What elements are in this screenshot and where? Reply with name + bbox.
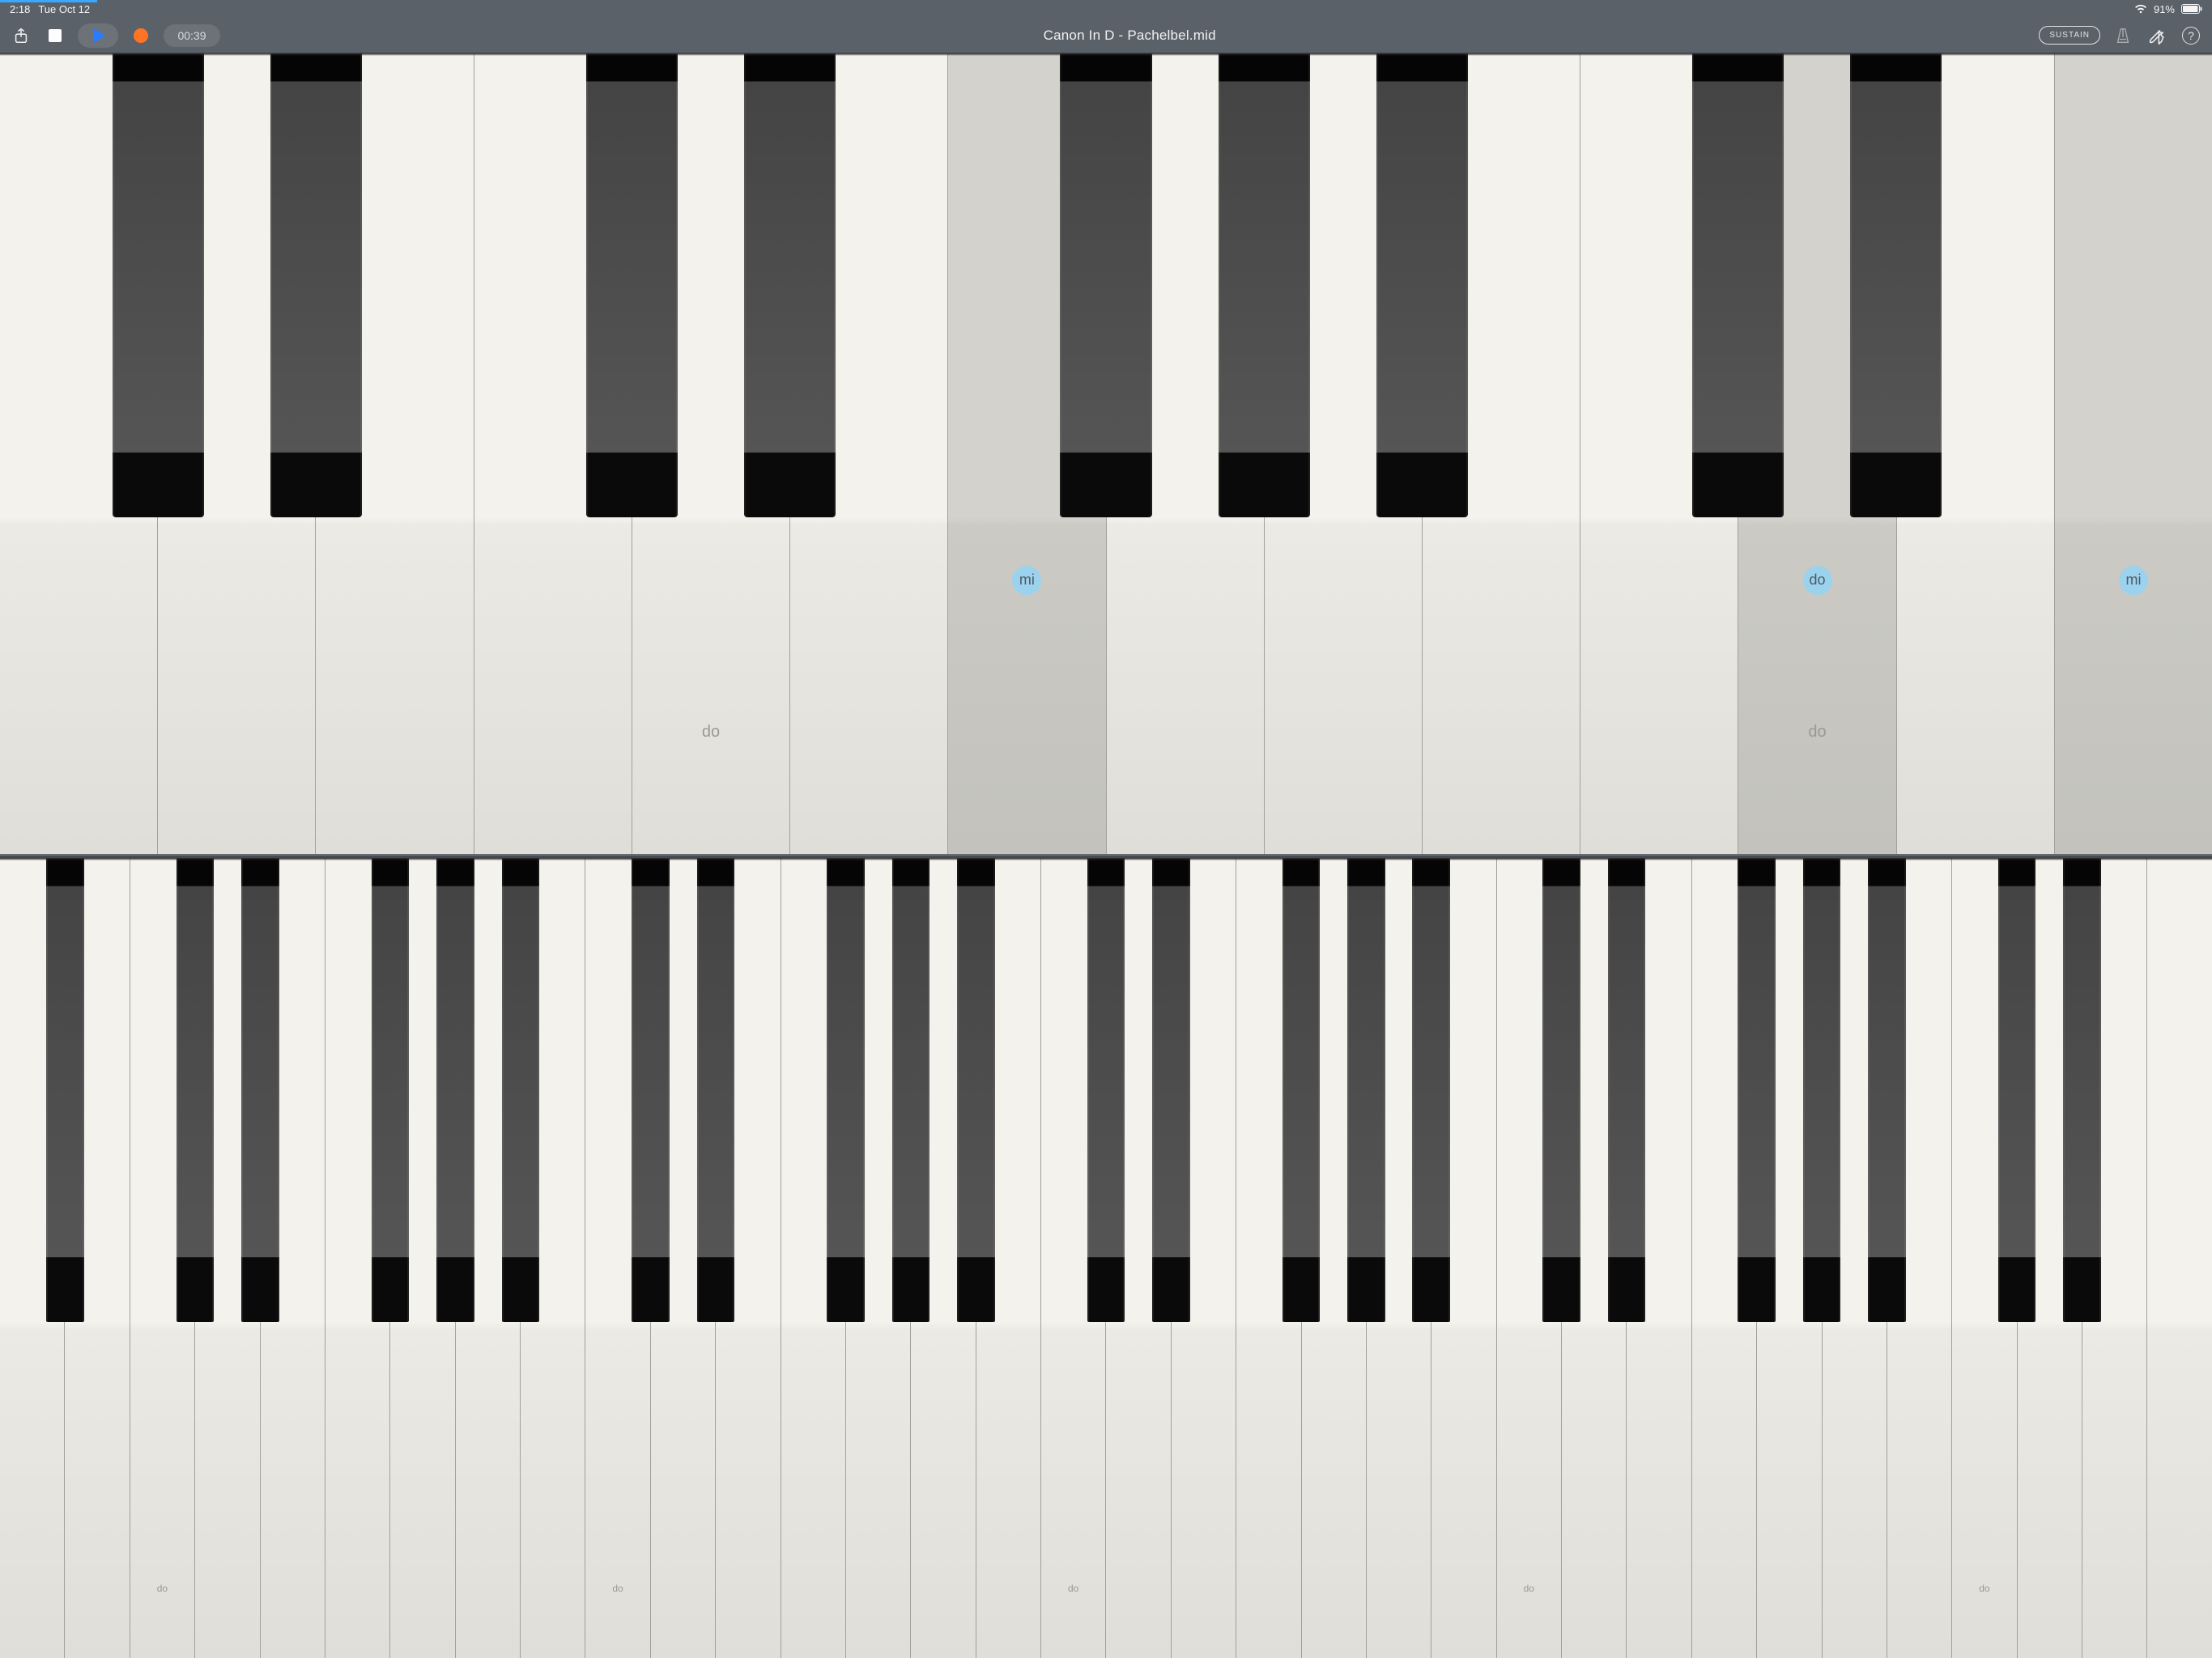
- record-icon: [134, 28, 148, 43]
- black-key[interactable]: [1087, 858, 1125, 1322]
- black-key[interactable]: [632, 858, 670, 1322]
- black-key[interactable]: [1060, 53, 1151, 517]
- keyboard-lower: do do do do do: [0, 858, 2212, 1658]
- key-label: do: [612, 1583, 623, 1594]
- time-display[interactable]: 00:39: [164, 24, 220, 47]
- black-key[interactable]: [1542, 858, 1580, 1322]
- black-key[interactable]: [372, 858, 410, 1322]
- black-key[interactable]: [957, 858, 995, 1322]
- black-key[interactable]: [1412, 858, 1450, 1322]
- black-key[interactable]: [697, 858, 735, 1322]
- battery-icon: [2181, 4, 2202, 14]
- key-label: do: [157, 1583, 168, 1594]
- black-key[interactable]: [177, 858, 215, 1322]
- help-button[interactable]: ?: [2180, 24, 2202, 47]
- settings-button[interactable]: [2146, 24, 2168, 47]
- black-key[interactable]: [1152, 858, 1190, 1322]
- toolbar: 00:39 Canon In D - Pachelbel.mid SUSTAIN…: [0, 18, 2212, 53]
- black-key[interactable]: [586, 53, 678, 517]
- key-label: do: [1979, 1583, 1989, 1594]
- black-key[interactable]: [46, 858, 84, 1322]
- black-key[interactable]: [1608, 858, 1646, 1322]
- black-key[interactable]: [744, 53, 836, 517]
- black-key[interactable]: [502, 858, 540, 1322]
- keyboard-upper: do mi do do mi: [0, 53, 2212, 854]
- black-key[interactable]: [1850, 53, 1942, 517]
- record-button[interactable]: [130, 24, 152, 47]
- active-note-marker: mi: [2119, 566, 2148, 595]
- key-label: do: [1808, 723, 1826, 742]
- key-label: do: [702, 723, 720, 742]
- black-key[interactable]: [1692, 53, 1784, 517]
- black-key[interactable]: [1998, 858, 2036, 1322]
- key-label: do: [1068, 1583, 1078, 1594]
- song-title: Canon In D - Pachelbel.mid: [230, 28, 2029, 44]
- battery-percentage: 91%: [2154, 3, 2175, 15]
- help-icon: ?: [2182, 27, 2200, 45]
- wifi-icon: [2134, 4, 2147, 14]
- black-key[interactable]: [827, 858, 865, 1322]
- black-key[interactable]: [1219, 53, 1310, 517]
- white-key[interactable]: [2147, 858, 2211, 1658]
- black-key[interactable]: [1868, 858, 1906, 1322]
- metronome-button[interactable]: [2112, 24, 2134, 47]
- status-bar: 2:18 Tue Oct 12 91%: [0, 0, 2212, 18]
- black-key[interactable]: [1283, 858, 1321, 1322]
- share-button[interactable]: [10, 24, 32, 47]
- status-time: 2:18: [10, 3, 30, 15]
- active-note-marker: mi: [1012, 566, 1041, 595]
- black-key[interactable]: [436, 858, 474, 1322]
- active-note-marker: do: [1803, 566, 1832, 595]
- black-key[interactable]: [1347, 858, 1385, 1322]
- black-key[interactable]: [892, 858, 930, 1322]
- keyboard-area: do mi do do mi do do do do do: [0, 53, 2212, 1658]
- stop-button[interactable]: [44, 24, 66, 47]
- black-key[interactable]: [270, 53, 362, 517]
- black-key[interactable]: [241, 858, 279, 1322]
- play-icon: [94, 28, 105, 43]
- black-key[interactable]: [1738, 858, 1776, 1322]
- black-key[interactable]: [1803, 858, 1841, 1322]
- play-button[interactable]: [78, 23, 118, 48]
- black-key[interactable]: [113, 53, 204, 517]
- black-key[interactable]: [2063, 858, 2101, 1322]
- time-display-text: 00:39: [177, 29, 206, 42]
- status-date: Tue Oct 12: [38, 3, 90, 15]
- white-key[interactable]: mi: [2055, 53, 2212, 854]
- black-key[interactable]: [1376, 53, 1468, 517]
- key-label: do: [1524, 1583, 1534, 1594]
- sustain-button[interactable]: SUSTAIN: [2039, 26, 2100, 45]
